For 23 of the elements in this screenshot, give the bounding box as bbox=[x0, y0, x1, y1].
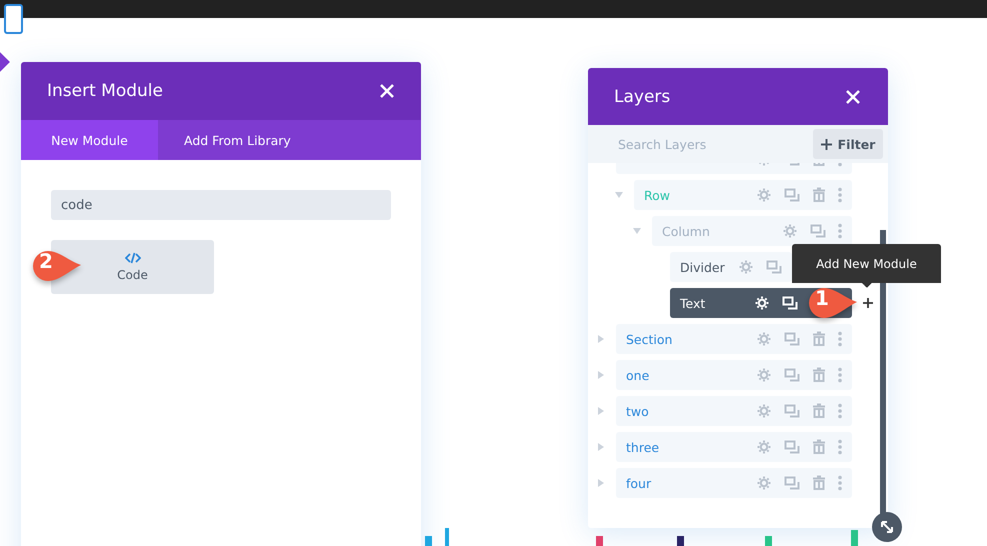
search-field[interactable]: code bbox=[51, 190, 391, 220]
layer-label: two bbox=[626, 404, 649, 418]
layer-item[interactable]: one bbox=[616, 360, 852, 390]
layer-label: Row bbox=[644, 188, 670, 202]
search-field[interactable]: Search Layers bbox=[618, 136, 788, 152]
layer-item[interactable]: three bbox=[616, 432, 852, 462]
panel-title: Insert Module bbox=[47, 81, 163, 101]
module-button[interactable]: Code bbox=[51, 240, 214, 294]
filter-button[interactable]: Filter bbox=[813, 129, 883, 159]
layer-item[interactable]: Section bbox=[616, 324, 852, 354]
layer-item[interactable]: four bbox=[616, 468, 852, 498]
layer-label: Divider bbox=[680, 260, 725, 274]
layer-label: Text bbox=[680, 296, 706, 310]
layer-label: Section bbox=[626, 332, 672, 346]
panel-title: Layers bbox=[614, 86, 670, 106]
layer-item[interactable]: two bbox=[616, 396, 852, 426]
layer-label: three bbox=[626, 440, 660, 454]
layer-label: Column bbox=[662, 224, 710, 238]
tab[interactable]: Add From Library bbox=[158, 120, 317, 160]
tab[interactable]: New Module bbox=[21, 120, 158, 160]
layer-label: one bbox=[626, 368, 650, 382]
layer-label: four bbox=[626, 476, 652, 490]
tooltip: Add New Module bbox=[792, 244, 941, 288]
